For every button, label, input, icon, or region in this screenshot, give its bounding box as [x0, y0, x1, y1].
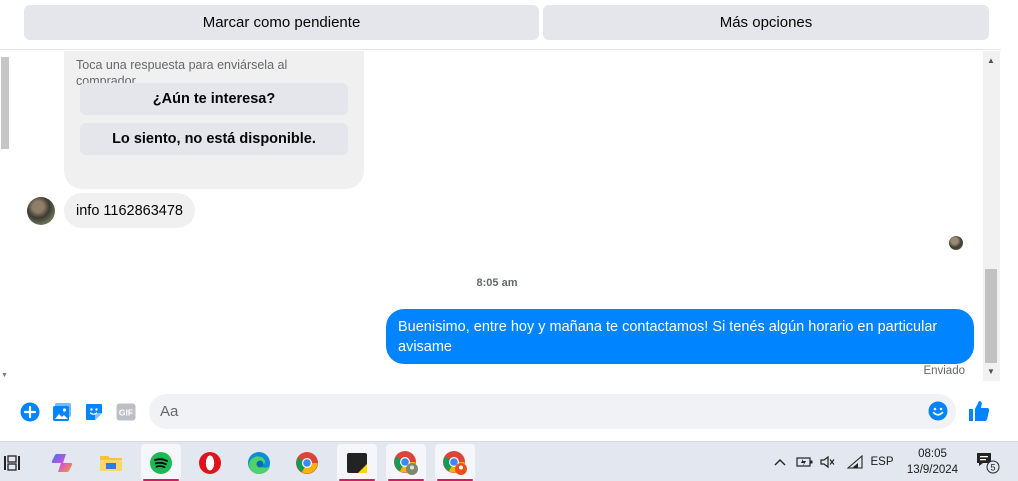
plus-circle-icon[interactable] [20, 402, 40, 422]
photo-icon[interactable] [52, 402, 72, 422]
messenger-window: Marcar como pendiente Más opciones ▲ ▼ T… [0, 0, 1018, 481]
edge-icon[interactable] [239, 444, 279, 481]
more-options-button[interactable]: Más opciones [543, 5, 989, 40]
action-bar: Marcar como pendiente Más opciones [0, 0, 1001, 50]
chrome-icon[interactable] [287, 444, 327, 481]
mark-pending-button[interactable]: Marcar como pendiente [24, 5, 539, 40]
message-status: Enviado [923, 365, 965, 377]
chrome-profile-2-icon[interactable] [435, 444, 475, 481]
language-indicator[interactable]: ESP [869, 442, 895, 481]
sticker-icon[interactable] [84, 402, 104, 422]
chat-scroll-down-icon[interactable]: ▼ [987, 367, 995, 376]
clock-time: 08:05 [918, 448, 947, 460]
spotify-icon[interactable] [141, 444, 181, 481]
page-scrollbar-thumb[interactable] [1, 57, 9, 149]
file-explorer-icon[interactable] [91, 444, 131, 481]
gif-label: GIF [119, 408, 133, 418]
chat-scroll-up-icon[interactable]: ▲ [987, 56, 995, 65]
gif-icon[interactable]: GIF [116, 402, 136, 422]
quick-reply-not-available[interactable]: Lo siento, no está disponible. [80, 123, 348, 155]
chat-scrollbar[interactable]: ▲ ▼ [983, 51, 1000, 381]
wifi-icon[interactable] [844, 442, 866, 481]
like-thumb-icon[interactable] [967, 399, 991, 423]
message-timestamp: 8:05 am [476, 277, 518, 289]
message-input-wrapper [149, 394, 956, 429]
task-view-icon[interactable] [0, 444, 32, 481]
message-composer: GIF [0, 385, 1001, 437]
outgoing-message: Buenisimo, entre hoy y mañana te contact… [386, 309, 974, 364]
chat-scrollbar-thumb[interactable] [985, 269, 997, 363]
chrome-profile-icon[interactable] [386, 444, 426, 481]
seen-indicator-avatar [949, 236, 963, 250]
quick-replies-card: Toca una respuesta para enviársela al co… [64, 51, 364, 189]
notification-count: 5 [990, 463, 995, 473]
quick-reply-still-interested[interactable]: ¿Aún te interesa? [80, 83, 348, 115]
clock-date: 13/9/2024 [906, 464, 959, 476]
incoming-message: info 1162863478 [64, 193, 195, 228]
volume-muted-icon[interactable] [818, 442, 838, 481]
buyer-avatar[interactable] [27, 197, 55, 225]
opera-icon[interactable] [190, 444, 230, 481]
scroll-down-arrow-icon[interactable]: ▼ [1, 372, 8, 379]
page-scrollbar[interactable]: ▲ ▼ [0, 40, 11, 385]
emoji-icon[interactable] [928, 401, 948, 421]
chevron-up-icon[interactable] [770, 442, 790, 481]
windows-taskbar: ESP 08:05 13/9/2024 5 [0, 441, 1018, 481]
battery-icon[interactable] [794, 442, 816, 481]
sticky-notes-icon[interactable] [337, 444, 377, 481]
copilot-icon[interactable] [43, 444, 83, 481]
message-input[interactable] [160, 394, 920, 429]
notification-center-icon[interactable]: 5 [972, 442, 1002, 481]
window-edge [1001, 0, 1018, 441]
system-clock[interactable]: 08:05 13/9/2024 [895, 446, 970, 478]
conversation-area: Toca una respuesta para enviársela al co… [11, 51, 983, 381]
